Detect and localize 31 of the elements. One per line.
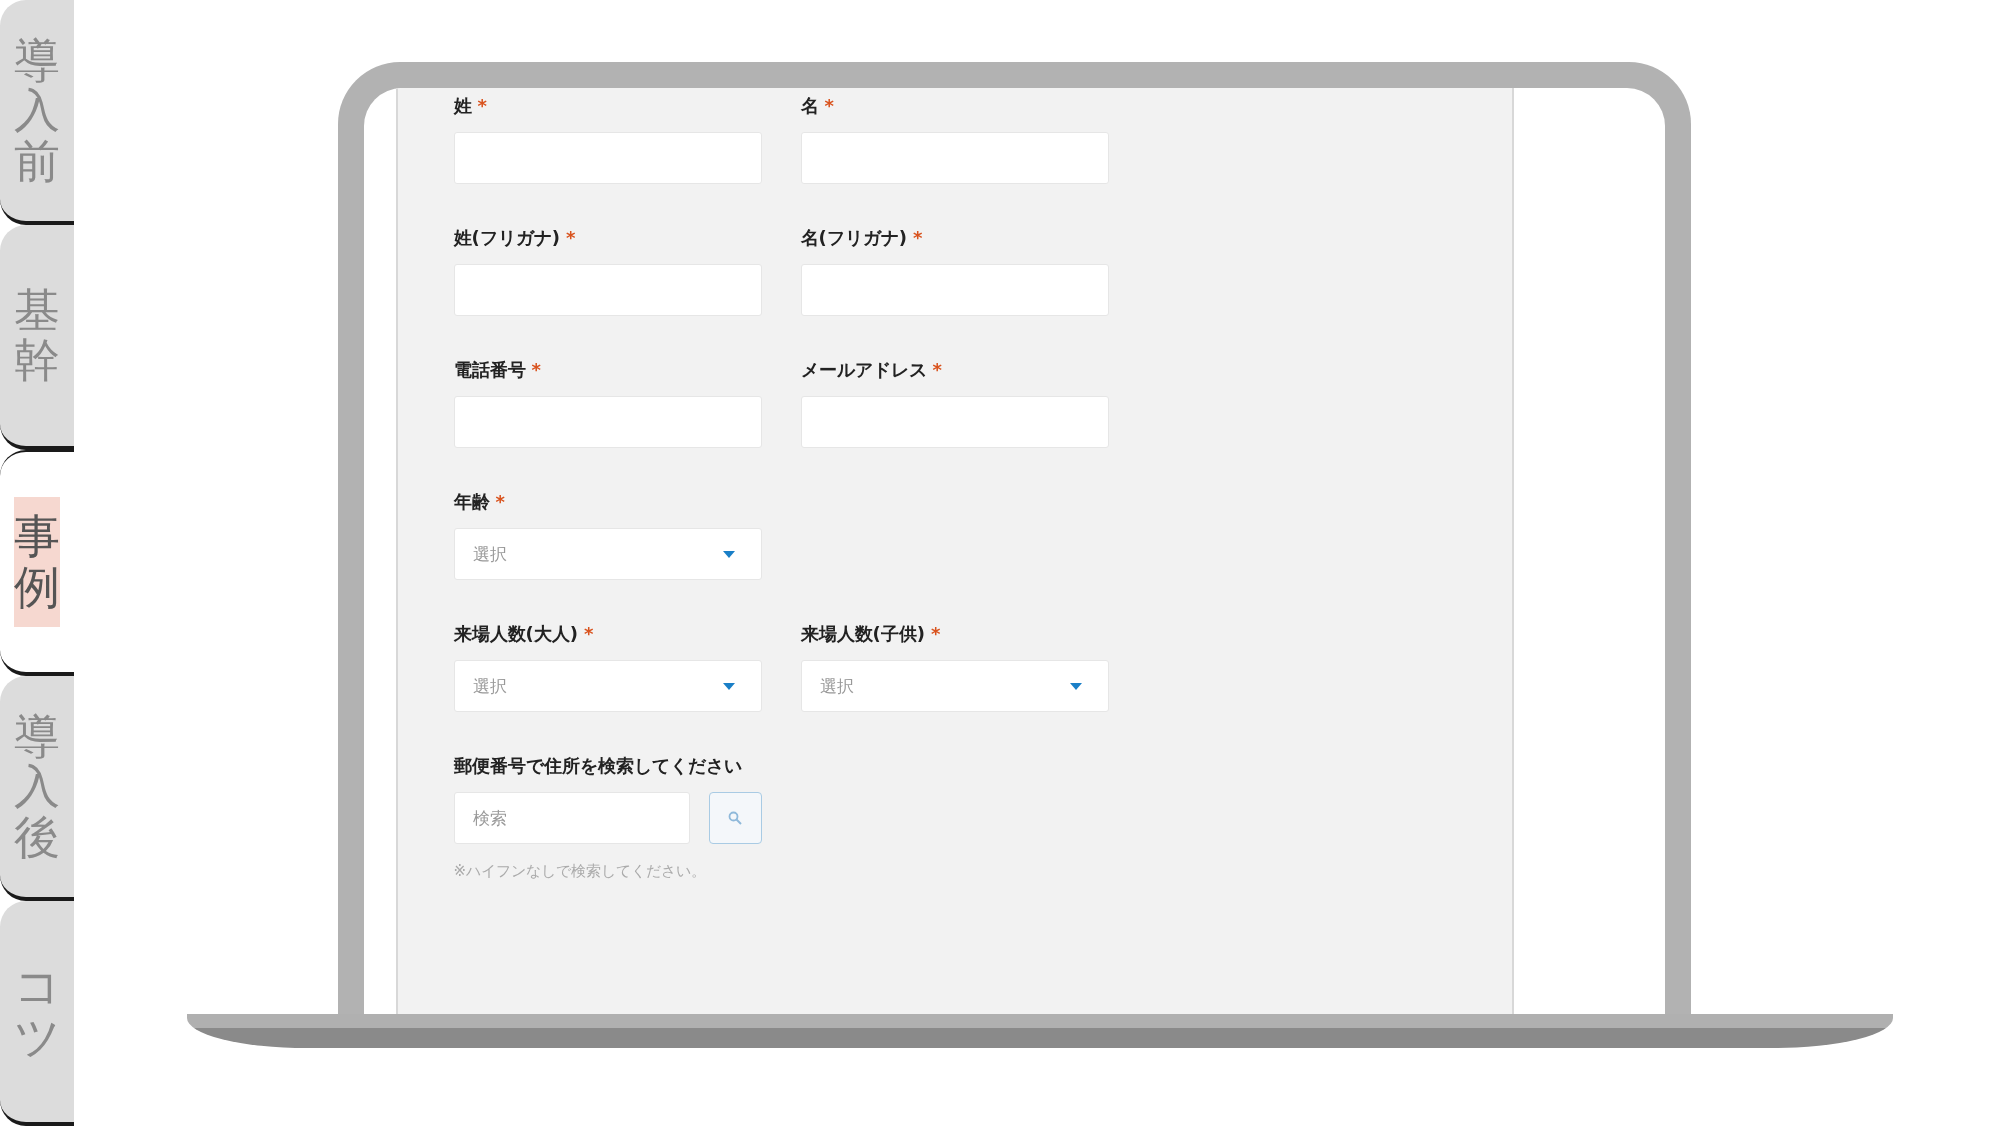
search-button[interactable] [708,792,762,844]
text-input-field[interactable] [453,264,762,316]
dropdown-caret-icon [1069,682,1082,690]
dropdown-caret-icon [722,550,735,558]
zip-search-field[interactable]: 検索 [453,792,690,844]
side-tab[interactable]: 導入前 [0,0,74,225]
field-label: 名 * [800,94,835,118]
text-input-field[interactable] [800,396,1109,448]
field-label: 名(フリガナ) * [800,226,924,250]
hint-text: ※ハイフンなしで検索してください。 [453,862,708,881]
field-label: メールアドレス * [800,358,943,382]
field-label: 姓(フリガナ) * [453,226,577,250]
select-dropdown[interactable]: 選択 [453,660,762,712]
text-input-field[interactable] [453,396,762,448]
search-icon [728,811,742,825]
field-label: 電話番号 * [453,358,542,382]
dropdown-caret-icon [722,682,735,690]
text-input-field[interactable] [800,264,1109,316]
side-tab[interactable]: コツ [0,901,74,1126]
select-dropdown[interactable]: 選択 [453,528,762,580]
field-label: 姓 * [453,94,488,118]
field-label: 来場人数(大人) * [453,622,595,646]
text-input-field[interactable] [800,132,1109,184]
side-tab[interactable]: 事例 [0,449,74,677]
text-input-field[interactable] [453,132,762,184]
side-tab[interactable]: 導入後 [0,676,74,902]
field-label: 年齢 * [453,490,506,514]
side-tab[interactable]: 基幹 [0,224,74,450]
field-label: 来場人数(子供) * [800,622,942,646]
field-label: 郵便番号で住所を検索してください [453,754,743,778]
select-dropdown[interactable]: 選択 [800,660,1109,712]
